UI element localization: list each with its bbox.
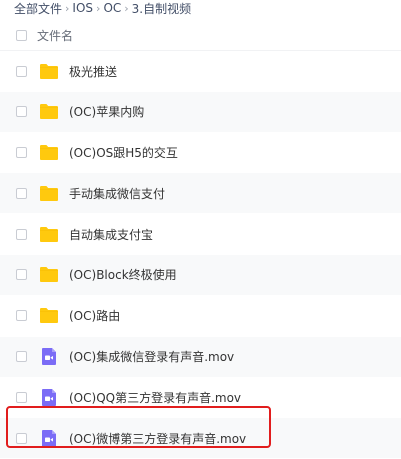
folder-icon bbox=[39, 266, 59, 284]
list-item[interactable]: (OC)Block终极使用 bbox=[0, 254, 401, 295]
row-checkbox[interactable] bbox=[16, 187, 27, 199]
video-file-icon bbox=[39, 429, 59, 447]
row-checkbox[interactable] bbox=[16, 391, 27, 403]
row-checkbox[interactable] bbox=[16, 269, 27, 281]
file-name-link[interactable]: (OC)集成微信登录有声音.mov bbox=[69, 348, 234, 365]
list-item[interactable]: (OC)苹果内购 bbox=[0, 91, 401, 132]
video-file-icon bbox=[39, 348, 59, 366]
file-name-link[interactable]: (OC)苹果内购 bbox=[69, 103, 144, 120]
list-item[interactable]: (OC)QQ第三方登录有声音.mov bbox=[0, 377, 401, 417]
list-item[interactable]: 自动集成支付宝 bbox=[0, 214, 401, 254]
folder-icon bbox=[39, 307, 59, 325]
file-list-header: 文件名 bbox=[0, 20, 401, 51]
file-name-link[interactable]: (OC)微博第三方登录有声音.mov bbox=[69, 430, 246, 447]
list-item[interactable]: (OC)集成微信登录有声音.mov bbox=[0, 336, 401, 377]
breadcrumb: 全部文件 › IOS › OC › 3.自制视频 bbox=[14, 0, 191, 16]
select-all-checkbox[interactable] bbox=[16, 29, 27, 41]
video-file-icon bbox=[39, 388, 59, 406]
list-item[interactable]: (OC)微博第三方登录有声音.mov bbox=[0, 418, 401, 459]
breadcrumb-separator-icon: › bbox=[65, 1, 70, 15]
column-header-filename[interactable]: 文件名 bbox=[37, 27, 73, 44]
file-name-link[interactable]: 极光推送 bbox=[69, 63, 117, 80]
row-checkbox[interactable] bbox=[16, 432, 27, 444]
file-name-link[interactable]: (OC)QQ第三方登录有声音.mov bbox=[69, 389, 241, 406]
row-checkbox[interactable] bbox=[16, 310, 27, 322]
file-name-link[interactable]: 手动集成微信支付 bbox=[69, 185, 165, 202]
row-checkbox[interactable] bbox=[16, 228, 27, 240]
list-item[interactable]: 极光推送 bbox=[0, 51, 401, 91]
breadcrumb-separator-icon: › bbox=[96, 1, 101, 15]
breadcrumb-separator-icon: › bbox=[124, 1, 129, 15]
file-name-link[interactable]: (OC)路由 bbox=[69, 307, 120, 324]
folder-icon bbox=[39, 103, 59, 121]
folder-icon bbox=[39, 225, 59, 243]
file-name-link[interactable]: (OC)Block终极使用 bbox=[69, 266, 177, 283]
file-name-link[interactable]: (OC)OS跟H5的交互 bbox=[69, 144, 178, 161]
list-item[interactable]: 手动集成微信支付 bbox=[0, 173, 401, 214]
row-checkbox[interactable] bbox=[16, 147, 27, 159]
folder-icon bbox=[39, 62, 59, 80]
list-item[interactable]: (OC)路由 bbox=[0, 296, 401, 336]
list-item[interactable]: (OC)OS跟H5的交互 bbox=[0, 133, 401, 173]
folder-icon bbox=[39, 144, 59, 162]
breadcrumb-item: 3.自制视频 bbox=[131, 1, 192, 16]
breadcrumb-item[interactable]: IOS bbox=[72, 1, 93, 15]
row-checkbox[interactable] bbox=[16, 65, 27, 77]
folder-icon bbox=[39, 184, 59, 202]
row-checkbox[interactable] bbox=[16, 106, 27, 118]
file-name-link[interactable]: 自动集成支付宝 bbox=[69, 226, 153, 243]
breadcrumb-item[interactable]: OC bbox=[103, 1, 121, 15]
file-list: 极光推送 (OC)苹果内购 (OC)OS跟H5的交互 手动集成微信支付 自动集成支付宝 (… bbox=[0, 51, 401, 459]
row-checkbox[interactable] bbox=[16, 351, 27, 363]
breadcrumb-item[interactable]: 全部文件 bbox=[14, 0, 62, 17]
